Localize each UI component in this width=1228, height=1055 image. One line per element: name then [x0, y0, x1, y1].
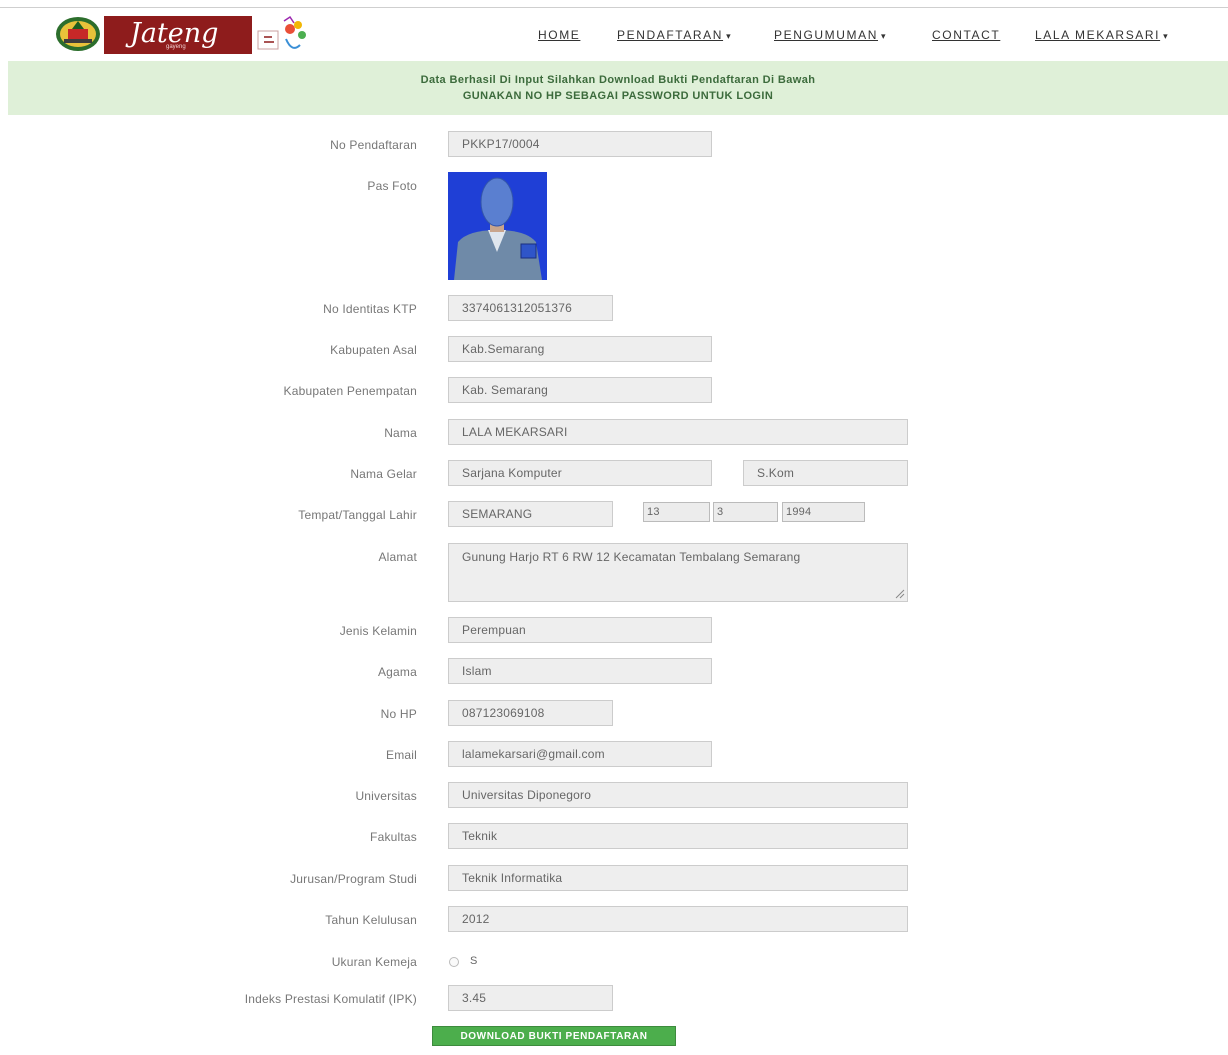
label-ipk: Indeks Prestasi Komulatif (IPK) — [244, 992, 417, 1006]
nav-pendaftaran[interactable]: PENDAFTARAN ▾ — [617, 28, 732, 42]
label-pas-foto: Pas Foto — [367, 179, 417, 193]
no-ktp-field[interactable]: 3374061312051376 — [448, 295, 613, 321]
agama-field[interactable]: Islam — [448, 658, 712, 684]
label-jurusan: Jurusan/Program Studi — [290, 872, 417, 886]
universitas-field[interactable]: Universitas Diponegoro — [448, 782, 908, 808]
ipk-field[interactable]: 3.45 — [448, 985, 613, 1011]
no-hp-field[interactable]: 087123069108 — [448, 700, 613, 726]
alamat-textarea[interactable]: Gunung Harjo RT 6 RW 12 Kecamatan Tembal… — [448, 543, 908, 602]
gelar-singkat-field[interactable]: S.Kom — [743, 460, 908, 486]
label-ukuran-kemeja: Ukuran Kemeja — [331, 955, 417, 969]
tempat-lahir-field[interactable]: SEMARANG — [448, 501, 613, 527]
tanggal-lahir-field[interactable]: 13 — [643, 502, 710, 522]
province-emblem-logo — [54, 15, 102, 53]
nav-user-menu[interactable]: LALA MEKARSARI ▾ — [1035, 28, 1169, 42]
label-no-ktp: No Identitas KTP — [323, 302, 417, 316]
no-pendaftaran-field[interactable]: PKKP17/0004 — [448, 131, 712, 157]
download-bukti-button[interactable]: DOWNLOAD BUKTI PENDAFTARAN — [432, 1026, 676, 1046]
nav-home[interactable]: HOME — [538, 28, 580, 42]
ukuran-kemeja-option-label: S — [470, 955, 478, 967]
caret-down-icon: ▾ — [726, 31, 733, 41]
bulan-lahir-field[interactable]: 3 — [713, 502, 778, 522]
nav-contact[interactable]: CONTACT — [932, 28, 1000, 42]
label-no-pendaftaran: No Pendaftaran — [330, 138, 417, 152]
label-email: Email — [385, 748, 417, 762]
email-field[interactable]: lalamekarsari@gmail.com — [448, 741, 712, 767]
tahun-lulus-field[interactable]: 2012 — [448, 906, 908, 932]
label-kab-asal: Kabupaten Asal — [330, 343, 417, 357]
label-alamat: Alamat — [378, 550, 417, 564]
success-alert: Data Berhasil Di Input Silahkan Download… — [8, 61, 1228, 115]
label-tahun-lulus: Tahun Kelulusan — [325, 913, 417, 927]
nav-pengumuman[interactable]: PENGUMUMAN ▾ — [774, 28, 887, 42]
label-no-hp: No HP — [380, 707, 417, 721]
alert-line-1: Data Berhasil Di Input Silahkan Download… — [420, 74, 816, 86]
jateng-gayeng-logo: Jateng gayeng — [104, 16, 252, 54]
caret-down-icon: ▾ — [881, 31, 888, 41]
tahun-lahir-field[interactable]: 1994 — [782, 502, 865, 522]
resize-grip-icon[interactable] — [893, 587, 905, 599]
jenis-kelamin-field[interactable]: Perempuan — [448, 617, 712, 643]
alert-line-2: GUNAKAN NO HP SEBAGAI PASSWORD UNTUK LOG… — [462, 90, 774, 102]
fakultas-field[interactable]: Teknik — [448, 823, 908, 849]
label-universitas: Universitas — [355, 789, 417, 803]
kab-penempatan-field[interactable]: Kab. Semarang — [448, 377, 712, 403]
label-kab-penempatan: Kabupaten Penempatan — [283, 384, 417, 398]
label-fakultas: Fakultas — [370, 830, 417, 844]
profile-photo — [448, 172, 547, 280]
ukuran-kemeja-radio[interactable] — [449, 957, 459, 967]
jurusan-field[interactable]: Teknik Informatika — [448, 865, 908, 891]
label-agama: Agama — [377, 665, 417, 679]
label-nama-gelar: Nama Gelar — [350, 467, 417, 481]
label-jenis-kelamin: Jenis Kelamin — [339, 624, 417, 638]
nama-field[interactable]: LALA MEKARSARI — [448, 419, 908, 445]
label-ttl: Tempat/Tanggal Lahir — [298, 508, 417, 522]
kab-asal-field[interactable]: Kab.Semarang — [448, 336, 712, 362]
nama-gelar-field[interactable]: Sarjana Komputer — [448, 460, 712, 486]
event-logo — [256, 15, 312, 55]
caret-down-icon: ▾ — [1163, 31, 1170, 41]
top-divider — [0, 7, 1228, 8]
label-nama: Nama — [384, 426, 417, 440]
